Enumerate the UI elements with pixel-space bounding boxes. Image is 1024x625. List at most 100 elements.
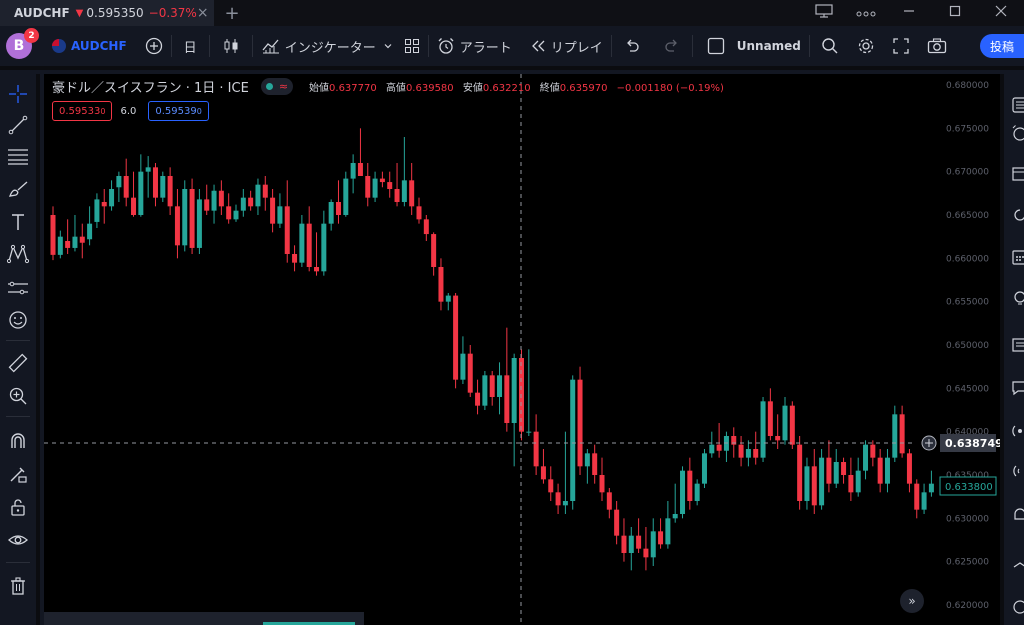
search-icon — [822, 38, 838, 54]
symbol-label: AUDCHF — [71, 39, 127, 53]
magnet-tool[interactable] — [4, 427, 32, 455]
more-icon[interactable] — [846, 5, 886, 21]
price-tick-label: 0.670000 — [946, 168, 989, 178]
candle-body — [65, 241, 71, 248]
layout-button[interactable]: Unnamed — [707, 24, 801, 68]
candle-body — [782, 405, 788, 441]
chart-title[interactable]: 豪ドル／スイスフラン · 1日 · ICE — [52, 77, 249, 96]
forecast-tool[interactable] — [4, 274, 32, 302]
candle-body — [489, 375, 495, 397]
candle-body — [614, 509, 620, 536]
replay-button[interactable]: リプレイ — [530, 24, 603, 68]
redo-button[interactable] — [660, 24, 684, 68]
candle-body — [921, 492, 927, 510]
scroll-to-realtime-button[interactable]: » — [900, 589, 924, 613]
price-tick-label: 0.630000 — [946, 514, 989, 524]
chart-tab[interactable]: AUDCHF ▼ 0.595350 −0.37% × — [0, 0, 214, 26]
brush-tool[interactable] — [4, 175, 32, 203]
candle-body — [592, 453, 598, 475]
buy-price-suffix: 0 — [196, 106, 202, 116]
settings-button[interactable] — [854, 24, 878, 68]
candle-body — [533, 431, 539, 467]
ideas-icon[interactable] — [1011, 290, 1024, 308]
candle-body — [694, 483, 700, 501]
more-tools-icon[interactable] — [1011, 598, 1024, 616]
fullscreen-button[interactable] — [890, 24, 912, 68]
candle-body — [658, 531, 664, 545]
sell-button[interactable]: 0.59533 0 — [52, 101, 113, 121]
spread-value: 6.0 — [120, 105, 137, 117]
trend-line-tool[interactable] — [4, 111, 32, 139]
alarm-clock-icon — [438, 38, 454, 54]
chart-pane[interactable]: 0.680000 0.675000 0.670000 0.665000 0.660000… — [44, 74, 1000, 625]
avatar-letter: B — [13, 38, 25, 54]
chat-icon[interactable] — [1011, 379, 1024, 397]
close-tab-icon[interactable]: × — [197, 5, 209, 21]
candlestick-chart[interactable]: 0.680000 0.675000 0.670000 0.665000 0.660000… — [44, 74, 1000, 625]
candle-body — [116, 176, 122, 188]
bottom-panel-bar[interactable] — [44, 612, 364, 625]
new-tab-button[interactable]: + — [214, 0, 250, 26]
alert-button[interactable]: アラート — [437, 24, 512, 68]
interval-button[interactable]: 日 — [180, 24, 201, 68]
symbol-search-button[interactable]: AUDCHF — [52, 24, 127, 68]
text-tool[interactable] — [4, 208, 32, 236]
toolbar-divider — [208, 35, 210, 57]
broadcast-icon[interactable] — [1011, 422, 1024, 440]
calendar-icon[interactable] — [1011, 248, 1024, 266]
toolbar-divider — [691, 35, 693, 57]
undo-button[interactable] — [620, 24, 644, 68]
low-label: 安値 — [462, 83, 483, 94]
candle-body — [855, 470, 861, 493]
candle-body — [833, 462, 839, 484]
snapshot-button[interactable] — [924, 24, 950, 68]
lock-all-tool[interactable] — [4, 493, 32, 521]
pattern-tool[interactable] — [4, 240, 32, 268]
search-button[interactable] — [818, 24, 842, 68]
crosshair-tool[interactable] — [4, 80, 32, 108]
candle-body — [680, 470, 686, 514]
refresh-icon[interactable] — [1011, 206, 1024, 224]
buy-price: 0.59539 — [155, 105, 197, 117]
australia-flag-icon — [52, 39, 66, 53]
candle-body — [248, 197, 254, 207]
candle-body — [292, 254, 298, 263]
alarm-clock-icon[interactable] — [1011, 124, 1024, 142]
emoji-tool[interactable] — [4, 306, 32, 334]
templates-button[interactable] — [404, 24, 420, 68]
candle-body — [123, 176, 129, 198]
notifications-icon[interactable] — [1011, 506, 1024, 524]
zoom-tool[interactable] — [4, 382, 32, 410]
candle-body — [211, 190, 217, 211]
candle-body — [79, 236, 85, 243]
candle-body — [599, 475, 605, 493]
crosshair-price-text: 0.638749 — [945, 437, 1000, 450]
undo-icon — [626, 39, 639, 52]
minimize-button[interactable] — [886, 5, 932, 21]
compare-button[interactable] — [145, 24, 163, 68]
buy-button[interactable]: 0.59539 0 — [148, 101, 209, 121]
maximize-button[interactable] — [932, 5, 978, 21]
indicators-button[interactable]: インジケーター — [261, 24, 394, 68]
signal-icon[interactable] — [1011, 462, 1024, 480]
calendar-plus-icon[interactable] — [1011, 164, 1024, 182]
news-icon[interactable] — [1011, 336, 1024, 354]
sell-price: 0.59533 — [59, 105, 101, 117]
monitor-icon[interactable] — [802, 4, 846, 22]
candle-body — [475, 392, 481, 406]
close-window-button[interactable] — [978, 5, 1024, 21]
ruler-tool[interactable] — [4, 349, 32, 377]
toolbar-divider — [170, 35, 172, 57]
candle-body — [892, 414, 898, 458]
chart-type-button[interactable] — [218, 24, 244, 68]
remove-drawings-tool[interactable] — [4, 572, 32, 600]
help-icon[interactable] — [1011, 560, 1024, 578]
market-status[interactable]: ≈ — [260, 78, 294, 95]
avatar[interactable]: B 2 — [6, 28, 39, 59]
visibility-tool[interactable] — [4, 526, 32, 554]
post-button[interactable]: 投稿 — [979, 34, 1024, 58]
lock-drawing-tool[interactable] — [4, 460, 32, 488]
watchlist-icon[interactable] — [1011, 96, 1024, 114]
candle-body — [262, 184, 268, 198]
fib-tool[interactable] — [4, 142, 32, 170]
